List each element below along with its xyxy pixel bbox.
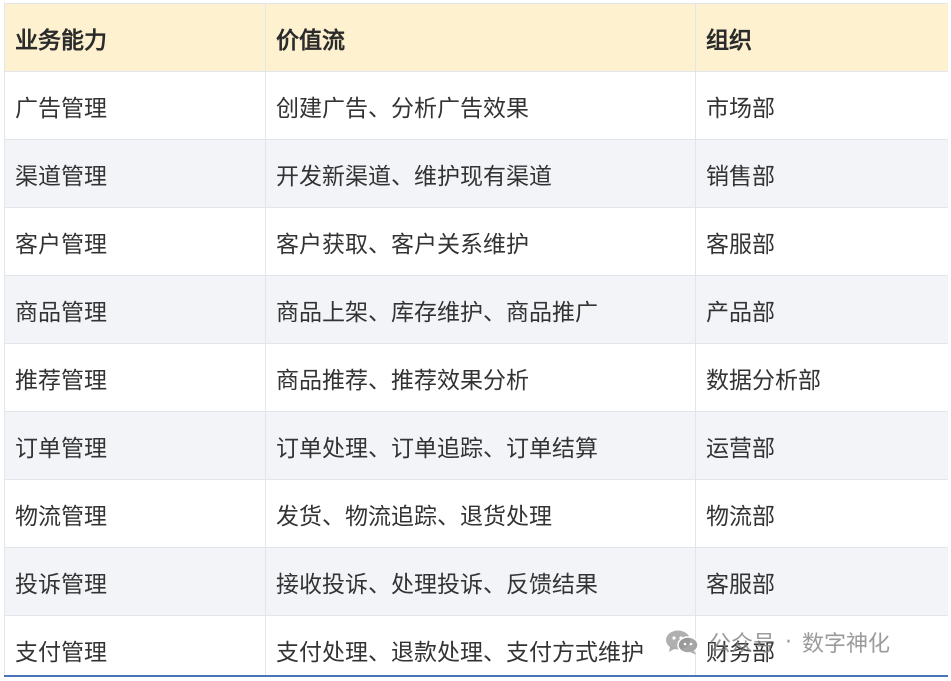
- cell-organization: 销售部: [695, 139, 948, 208]
- cell-capability: 投诉管理: [4, 547, 266, 616]
- table-row: 推荐管理 商品推荐、推荐效果分析 数据分析部: [4, 343, 948, 412]
- table-row: 广告管理 创建广告、分析广告效果 市场部: [4, 71, 948, 140]
- cell-value-stream: 开发新渠道、维护现有渠道: [265, 139, 696, 208]
- watermark: 公众号 · 数字神化: [665, 624, 890, 660]
- table-row: 客户管理 客户获取、客户关系维护 客服部: [4, 207, 948, 276]
- cell-organization: 客服部: [695, 207, 948, 276]
- cell-value-stream: 商品推荐、推荐效果分析: [265, 343, 696, 412]
- capability-table-frame: 业务能力 价值流 组织 广告管理 创建广告、分析广告效果 市场部 渠道管理 开发…: [4, 3, 948, 677]
- cell-capability: 订单管理: [4, 411, 266, 480]
- cell-value-stream: 商品上架、库存维护、商品推广: [265, 275, 696, 344]
- cell-value-stream: 发货、物流追踪、退货处理: [265, 479, 696, 548]
- cell-organization: 客服部: [695, 547, 948, 616]
- table-row: 订单管理 订单处理、订单追踪、订单结算 运营部: [4, 411, 948, 480]
- cell-organization: 运营部: [695, 411, 948, 480]
- bottom-border-line: [4, 675, 948, 677]
- watermark-separator: ·: [785, 629, 793, 655]
- cell-value-stream: 订单处理、订单追踪、订单结算: [265, 411, 696, 480]
- cell-capability: 广告管理: [4, 71, 266, 140]
- cell-capability: 推荐管理: [4, 343, 266, 412]
- cell-value-stream: 接收投诉、处理投诉、反馈结果: [265, 547, 696, 616]
- table-body: 广告管理 创建广告、分析广告效果 市场部 渠道管理 开发新渠道、维护现有渠道 销…: [4, 71, 948, 677]
- cell-capability: 渠道管理: [4, 139, 266, 208]
- table-row: 商品管理 商品上架、库存维护、商品推广 产品部: [4, 275, 948, 344]
- cell-value-stream: 支付处理、退款处理、支付方式维护: [265, 615, 696, 677]
- cell-organization: 市场部: [695, 71, 948, 140]
- watermark-account-name: 数字神化: [802, 632, 891, 657]
- capability-table: 业务能力 价值流 组织 广告管理 创建广告、分析广告效果 市场部 渠道管理 开发…: [4, 3, 948, 677]
- header-business-capability: 业务能力: [4, 3, 266, 72]
- cell-capability: 物流管理: [4, 479, 266, 548]
- wechat-icon: [665, 629, 699, 655]
- header-organization: 组织: [695, 3, 948, 72]
- cell-organization: 数据分析部: [695, 343, 948, 412]
- watermark-prefix: 公众号: [709, 632, 776, 657]
- table-header: 业务能力 价值流 组织: [4, 3, 948, 72]
- table-row: 物流管理 发货、物流追踪、退货处理 物流部: [4, 479, 948, 548]
- cell-organization: 物流部: [695, 479, 948, 548]
- cell-value-stream: 创建广告、分析广告效果: [265, 71, 696, 140]
- header-value-stream: 价值流: [265, 3, 696, 72]
- cell-organization: 产品部: [695, 275, 948, 344]
- cell-value-stream: 客户获取、客户关系维护: [265, 207, 696, 276]
- cell-capability: 商品管理: [4, 275, 266, 344]
- header-row: 业务能力 价值流 组织: [4, 3, 948, 72]
- cell-capability: 支付管理: [4, 615, 266, 677]
- table-row: 渠道管理 开发新渠道、维护现有渠道 销售部: [4, 139, 948, 208]
- table-row: 投诉管理 接收投诉、处理投诉、反馈结果 客服部: [4, 547, 948, 616]
- cell-capability: 客户管理: [4, 207, 266, 276]
